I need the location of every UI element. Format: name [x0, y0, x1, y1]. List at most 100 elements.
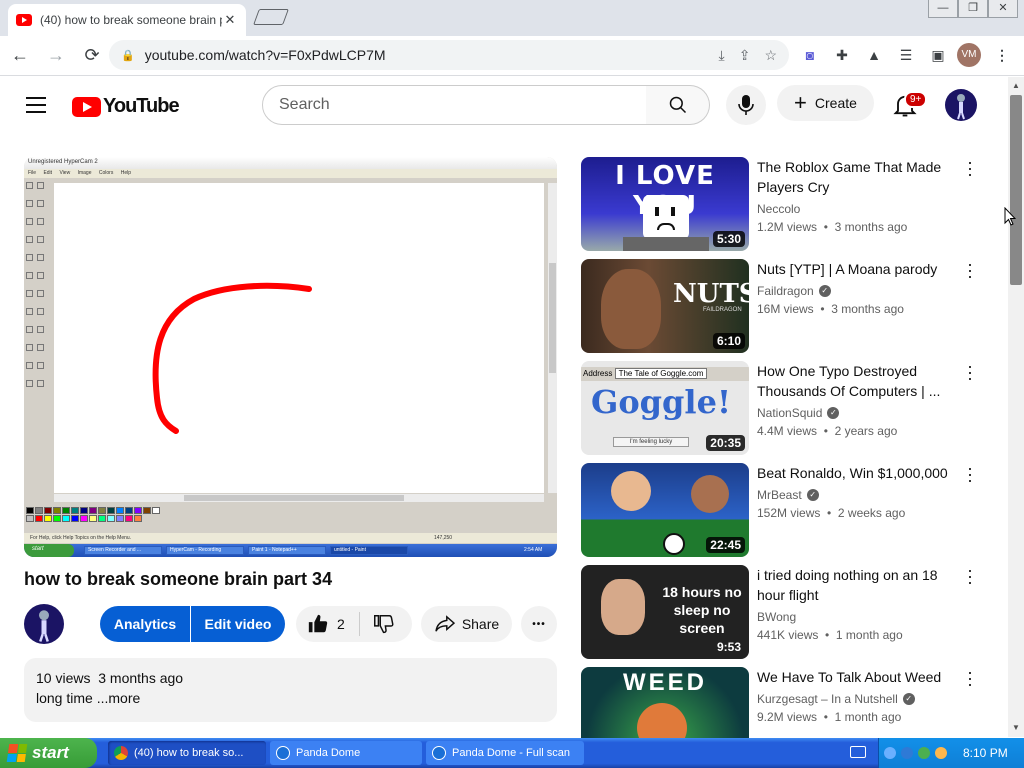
- back-arrow-icon[interactable]: ←: [4, 40, 36, 72]
- video-options-icon[interactable]: · · ·: [965, 357, 975, 387]
- related-video-item[interactable]: WEED We Have To Talk About Weed Kurzgesa…: [581, 667, 1001, 738]
- close-window-button[interactable]: ✕: [988, 0, 1018, 18]
- profile-avatar[interactable]: VM: [957, 43, 981, 67]
- description-box[interactable]: 10 views 3 months ago long time ...more: [24, 658, 557, 722]
- scroll-up-arrow-icon[interactable]: ▲: [1012, 81, 1020, 90]
- related-video-title[interactable]: Beat Ronaldo, Win $1,000,000: [757, 463, 957, 483]
- keyboard-icon[interactable]: [850, 746, 866, 758]
- more-dots-icon: •••: [532, 618, 546, 630]
- video-options-icon[interactable]: · · ·: [965, 153, 975, 183]
- video-thumbnail[interactable]: 18 hours no sleep no screen 9:53: [581, 565, 749, 659]
- search-tray-icon[interactable]: [935, 747, 947, 759]
- lock-icon[interactable]: 🔒: [121, 49, 135, 62]
- verified-check-icon: ✓: [818, 285, 831, 297]
- related-channel[interactable]: BWong: [757, 610, 796, 624]
- close-tab-icon[interactable]: ✕: [222, 12, 238, 28]
- hamburger-menu-icon[interactable]: [26, 97, 46, 118]
- new-tab-button[interactable]: [253, 9, 289, 25]
- taskbar-item-panda[interactable]: Panda Dome: [270, 741, 422, 765]
- related-video-item[interactable]: Address The Tale of Goggle.com Goggle! I…: [581, 357, 1001, 455]
- views: 441K views: [757, 628, 819, 642]
- video-options-icon[interactable]: · · ·: [965, 255, 975, 285]
- video-thumbnail[interactable]: NUTS FAILDRAGON 6:10: [581, 259, 749, 353]
- address-url[interactable]: youtube.com/watch?v=F0xPdwLCP7M: [145, 47, 705, 63]
- channel-name[interactable]: NationSquid: [757, 406, 822, 420]
- account-avatar[interactable]: [945, 89, 977, 121]
- thumbs-down-icon[interactable]: [372, 613, 394, 635]
- related-video-title[interactable]: Nuts [YTP] | A Moana parody: [757, 259, 957, 279]
- create-button[interactable]: + Create: [777, 85, 874, 121]
- browser-tab[interactable]: (40) how to break someone brain part 34 …: [8, 4, 246, 36]
- channel-avatar[interactable]: [24, 604, 64, 644]
- taskbar-clock[interactable]: 8:10 PM: [963, 746, 1008, 760]
- paint-status-bar: For Help, click Help Topics on the Help …: [24, 533, 557, 543]
- install-app-icon[interactable]: ⤓: [719, 47, 725, 64]
- search-button[interactable]: [646, 85, 710, 125]
- related-channel[interactable]: Faildragon ✓: [757, 284, 831, 298]
- reload-icon[interactable]: ⟳: [76, 40, 108, 72]
- media-queue-icon[interactable]: ☰: [893, 42, 919, 68]
- network-icon[interactable]: [884, 747, 896, 759]
- video-thumbnail[interactable]: WEED: [581, 667, 749, 738]
- minimize-button[interactable]: —: [928, 0, 958, 18]
- voice-search-button[interactable]: [726, 85, 766, 125]
- video-thumbnail[interactable]: Address The Tale of Goggle.com Goggle! I…: [581, 361, 749, 455]
- channel-name[interactable]: Faildragon: [757, 284, 814, 298]
- paint-canvas: [54, 183, 544, 493]
- browser-menu-icon[interactable]: ⋮: [989, 42, 1015, 68]
- edit-video-button[interactable]: Edit video: [191, 606, 285, 642]
- video-thumbnail[interactable]: 22:45: [581, 463, 749, 557]
- related-video-title[interactable]: The Roblox Game That Made Players Cry: [757, 157, 957, 197]
- related-video-title[interactable]: i tried doing nothing on an 18 hour flig…: [757, 565, 957, 605]
- related-channel[interactable]: NationSquid ✓: [757, 406, 840, 420]
- thumbs-up-icon[interactable]: [307, 613, 329, 635]
- channel-name[interactable]: BWong: [757, 610, 796, 624]
- channel-name[interactable]: MrBeast: [757, 488, 802, 502]
- channel-name[interactable]: Neccolo: [757, 202, 800, 216]
- video-player[interactable]: Unregistered HyperCam 2 File Edit View I…: [24, 157, 557, 557]
- taskbar-item-panda-scan[interactable]: Panda Dome - Full scan: [426, 741, 584, 765]
- forward-arrow-icon[interactable]: →: [40, 40, 72, 72]
- start-button[interactable]: start: [0, 738, 97, 768]
- page-scrollbar[interactable]: ▲ ▼: [1008, 77, 1024, 737]
- cartoon-character-icon: [637, 703, 687, 738]
- bookmark-star-icon[interactable]: ☆: [764, 47, 777, 64]
- share-page-icon[interactable]: ⇪: [739, 47, 751, 64]
- related-channel[interactable]: Kurzgesagt – In a Nutshell ✓: [757, 692, 915, 706]
- channel-name[interactable]: Kurzgesagt – In a Nutshell: [757, 692, 898, 706]
- video-options-icon[interactable]: · · ·: [965, 667, 975, 693]
- notification-count-badge: 9+: [904, 91, 928, 108]
- related-video-item[interactable]: 18 hours no sleep no screen 9:53 i tried…: [581, 561, 1001, 659]
- extension-q-icon[interactable]: ◙: [797, 42, 823, 68]
- related-meta: 9.2M views • 1 month ago: [757, 710, 902, 724]
- security-shield-icon[interactable]: [918, 747, 930, 759]
- description-text[interactable]: long time ...more: [36, 690, 545, 706]
- video-options-icon[interactable]: · · ·: [965, 561, 975, 591]
- analytics-button[interactable]: Analytics: [100, 606, 190, 642]
- soccer-ball-icon: [663, 533, 685, 555]
- scrollbar-thumb[interactable]: [1010, 95, 1022, 285]
- related-video-title[interactable]: We Have To Talk About Weed: [757, 667, 957, 687]
- more-actions-button[interactable]: •••: [521, 606, 557, 642]
- related-channel[interactable]: Neccolo: [757, 202, 800, 216]
- restore-button[interactable]: ❐: [958, 0, 988, 18]
- youtube-logo[interactable]: YouTube: [72, 95, 180, 118]
- scroll-down-arrow-icon[interactable]: ▼: [1012, 723, 1020, 732]
- related-video-item[interactable]: NUTS FAILDRAGON 6:10 Nuts [YTP] | A Moan…: [581, 255, 1001, 353]
- video-thumbnail[interactable]: I LOVE YOU 5:30: [581, 157, 749, 251]
- recorded-task-item: untitled - Paint: [330, 546, 408, 555]
- share-button[interactable]: Share: [421, 606, 512, 642]
- related-channel[interactable]: MrBeast ✓: [757, 488, 819, 502]
- side-panel-icon[interactable]: ▣: [925, 42, 951, 68]
- extensions-puzzle-icon[interactable]: ✚: [829, 42, 855, 68]
- panda-tray-icon[interactable]: [901, 747, 913, 759]
- related-video-title[interactable]: How One Typo Destroyed Thousands Of Comp…: [757, 361, 957, 401]
- video-options-icon[interactable]: · · ·: [965, 459, 975, 489]
- related-video-item[interactable]: 22:45 Beat Ronaldo, Win $1,000,000 MrBea…: [581, 459, 1001, 557]
- taskbar-item-chrome[interactable]: (40) how to break so...: [108, 741, 266, 765]
- labs-flask-icon[interactable]: ▲: [861, 42, 887, 68]
- search-input[interactable]: Search: [262, 85, 647, 125]
- youtube-wordmark: YouTube: [103, 95, 180, 117]
- address-bar[interactable]: 🔒 youtube.com/watch?v=F0xPdwLCP7M ⤓ ⇪ ☆: [109, 40, 789, 70]
- related-video-item[interactable]: I LOVE YOU 5:30 The Roblox Game That Mad…: [581, 153, 1001, 251]
